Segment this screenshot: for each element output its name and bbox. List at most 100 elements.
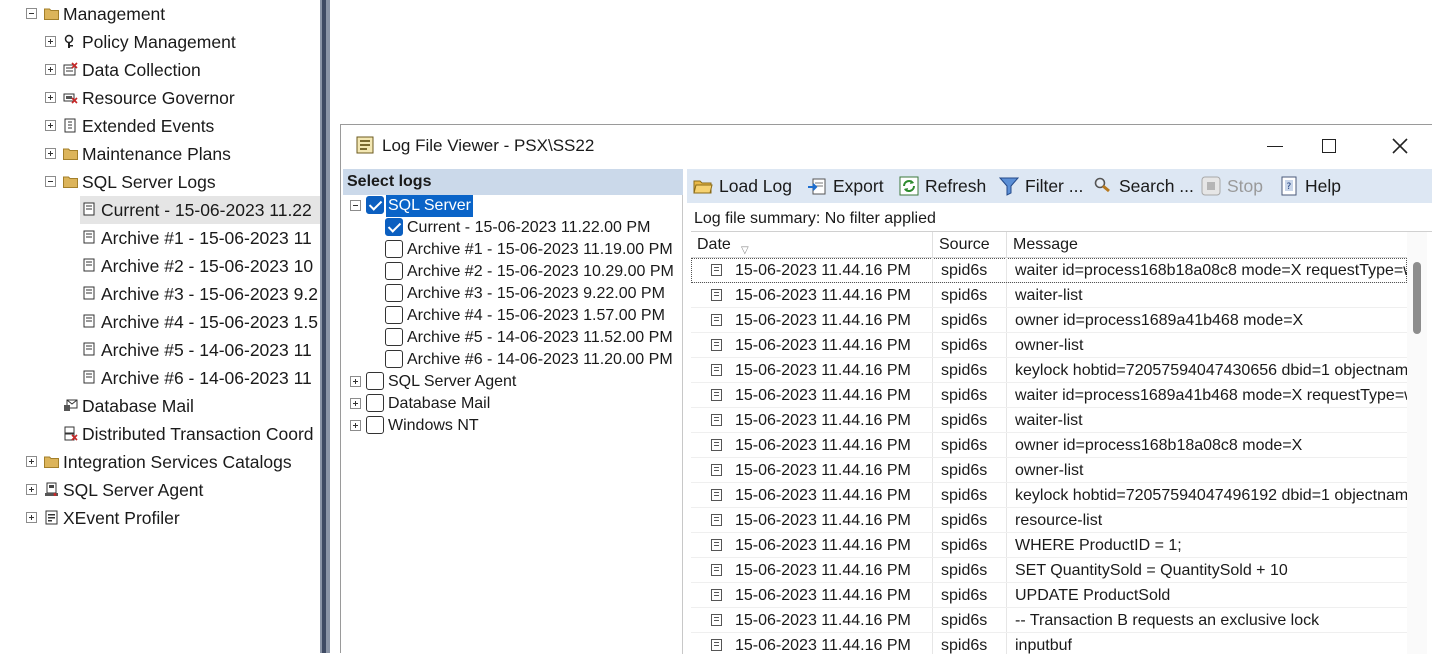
log-source-label: Database Mail xyxy=(388,395,491,412)
tree-item-sql-server-agent[interactable]: SQL Server Agent xyxy=(0,476,320,504)
expand-icon[interactable] xyxy=(45,36,56,47)
table-row[interactable]: 15-06-2023 11.44.16 PM spid6s waiter id=pr… xyxy=(691,383,1407,408)
message-cell: keylock hobtid=72057594047496192 dbid=1 … xyxy=(1015,487,1407,504)
expand-icon[interactable] xyxy=(45,148,56,159)
tree-item-current-15-06-2023-11-22[interactable]: Current - 15-06-2023 11.22 xyxy=(80,196,320,224)
table-row[interactable]: 15-06-2023 11.44.16 PM spid6s waiter-list xyxy=(691,283,1407,308)
log-source-label: Archive #6 - 14-06-2023 11.20.00 PM xyxy=(407,351,673,368)
collapse-icon[interactable] xyxy=(45,176,56,187)
table-row[interactable]: 15-06-2023 11.44.16 PM spid6s owner id=pro… xyxy=(691,433,1407,458)
log-source-item[interactable]: Archive #5 - 14-06-2023 11.52.00 PM xyxy=(343,327,681,349)
table-row[interactable]: 15-06-2023 11.44.16 PM spid6s resource-lis… xyxy=(691,508,1407,533)
log-source-item[interactable]: Archive #4 - 15-06-2023 1.57.00 PM xyxy=(343,305,681,327)
table-row[interactable]: 15-06-2023 11.44.16 PM spid6s owner-list xyxy=(691,333,1407,358)
expand-icon[interactable] xyxy=(45,120,56,131)
vertical-scrollbar[interactable] xyxy=(1407,232,1427,654)
table-row[interactable]: 15-06-2023 11.44.16 PM spid6s SET Quantity… xyxy=(691,558,1407,583)
column-header-message[interactable]: Message xyxy=(1007,232,1407,257)
tree-item-archive-5-14-06-2023-11[interactable]: Archive #5 - 14-06-2023 11 xyxy=(80,336,320,364)
log-source-item[interactable]: SQL Server Agent xyxy=(343,371,681,393)
tree-item-maintenance-plans[interactable]: Maintenance Plans xyxy=(0,140,320,168)
maximize-button[interactable] xyxy=(1305,125,1355,167)
tree-item-archive-6-14-06-2023-11[interactable]: Archive #6 - 14-06-2023 11 xyxy=(80,364,320,392)
log-icon xyxy=(83,314,95,328)
log-summary-text: Log file summary: No filter applied xyxy=(694,210,936,227)
log-checkbox[interactable] xyxy=(385,284,403,302)
tree-item-archive-4-15-06-2023-1-5[interactable]: Archive #4 - 15-06-2023 1.5 xyxy=(80,308,320,336)
expand-icon[interactable] xyxy=(26,484,37,495)
log-checkbox[interactable] xyxy=(366,394,384,412)
tree-item-integration-services-catalogs[interactable]: Integration Services Catalogs xyxy=(0,448,320,476)
tree-item-xevent-profiler[interactable]: XEvent Profiler xyxy=(0,504,320,532)
policy-icon xyxy=(64,34,74,48)
log-checkbox[interactable] xyxy=(385,262,403,280)
expand-icon[interactable] xyxy=(350,398,361,409)
tree-item-extended-events[interactable]: Extended Events xyxy=(0,112,320,140)
log-entry-icon xyxy=(711,589,722,601)
tree-item-archive-2-15-06-2023-10[interactable]: Archive #2 - 15-06-2023 10 xyxy=(80,252,320,280)
close-button[interactable] xyxy=(1375,125,1425,167)
log-checkbox[interactable] xyxy=(366,372,384,390)
scrollbar-thumb[interactable] xyxy=(1413,262,1421,334)
tree-item-resource-governor[interactable]: Resource Governor xyxy=(0,84,320,112)
date-cell: 15-06-2023 11.44.16 PM xyxy=(691,433,933,457)
help-icon: ? xyxy=(1281,176,1297,196)
expand-icon[interactable] xyxy=(45,64,56,75)
tree-item-policy-management[interactable]: Policy Management xyxy=(0,28,320,56)
resource-governor-icon xyxy=(63,93,78,104)
table-row[interactable]: 15-06-2023 11.44.16 PM spid6s owner-list xyxy=(691,458,1407,483)
log-source-item[interactable]: Database Mail xyxy=(343,393,681,415)
tree-item-management[interactable]: Management xyxy=(0,0,320,28)
log-source-item[interactable]: Archive #3 - 15-06-2023 9.22.00 PM xyxy=(343,283,681,305)
log-source-item[interactable]: Archive #1 - 15-06-2023 11.19.00 PM xyxy=(343,239,681,261)
log-checkbox[interactable] xyxy=(366,416,384,434)
tree-item-label: SQL Server Agent xyxy=(63,480,204,500)
table-row[interactable]: 15-06-2023 11.44.16 PM spid6s keylock hobt… xyxy=(691,483,1407,508)
log-source-item[interactable]: Archive #2 - 15-06-2023 10.29.00 PM xyxy=(343,261,681,283)
tree-item-archive-3-15-06-2023-9-2[interactable]: Archive #3 - 15-06-2023 9.2 xyxy=(80,280,320,308)
table-row[interactable]: 15-06-2023 11.44.16 PM spid6s UPDATE Produ… xyxy=(691,583,1407,608)
expand-icon[interactable] xyxy=(350,420,361,431)
table-row[interactable]: 15-06-2023 11.44.16 PM spid6s waiter-list xyxy=(691,408,1407,433)
window-titlebar[interactable]: Log File Viewer - PSX\SS22 xyxy=(341,125,1432,167)
table-row[interactable]: 15-06-2023 11.44.16 PM spid6s -- Transacti… xyxy=(691,608,1407,633)
minimize-button[interactable] xyxy=(1249,125,1299,167)
table-row[interactable]: 15-06-2023 11.44.16 PM spid6s WHERE Produc… xyxy=(691,533,1407,558)
expand-icon[interactable] xyxy=(26,512,37,523)
export-icon xyxy=(808,178,826,195)
table-row[interactable]: 15-06-2023 11.44.16 PM spid6s keylock hobt… xyxy=(691,358,1407,383)
collapse-icon[interactable] xyxy=(350,200,361,211)
close-icon xyxy=(1392,138,1408,154)
log-checkbox[interactable] xyxy=(385,306,403,324)
log-source-item[interactable]: Current - 15-06-2023 11.22.00 PM xyxy=(343,217,681,239)
column-header-source[interactable]: Source xyxy=(933,232,1007,257)
log-checkbox[interactable] xyxy=(385,240,403,258)
collapse-icon[interactable] xyxy=(26,8,37,19)
message-cell: owner-list xyxy=(1015,337,1084,354)
expand-icon[interactable] xyxy=(350,376,361,387)
expand-icon[interactable] xyxy=(26,456,37,467)
select-logs-panel: Select logs SQL Server Current - 15-06-20… xyxy=(343,169,683,654)
data-collection-icon xyxy=(63,62,78,76)
table-row[interactable]: 15-06-2023 11.44.16 PM spid6s owner id=pro… xyxy=(691,308,1407,333)
log-icon xyxy=(83,258,95,272)
log-source-item[interactable]: Archive #6 - 14-06-2023 11.20.00 PM xyxy=(343,349,681,371)
log-checkbox[interactable] xyxy=(385,218,403,236)
log-checkbox[interactable] xyxy=(385,328,403,346)
tree-item-data-collection[interactable]: Data Collection xyxy=(0,56,320,84)
source-cell: spid6s xyxy=(933,608,1007,632)
sql-agent-icon xyxy=(45,482,58,496)
log-source-item[interactable]: SQL Server xyxy=(343,195,681,217)
expand-icon[interactable] xyxy=(45,92,56,103)
log-source-item[interactable]: Windows NT xyxy=(343,415,681,437)
log-checkbox[interactable] xyxy=(366,196,384,214)
log-checkbox[interactable] xyxy=(385,350,403,368)
tree-item-archive-1-15-06-2023-11[interactable]: Archive #1 - 15-06-2023 11 xyxy=(80,224,320,252)
tree-item-sql-server-logs[interactable]: SQL Server Logs xyxy=(0,168,320,196)
table-row[interactable]: 15-06-2023 11.44.16 PM spid6s inputbuf xyxy=(691,633,1407,654)
panel-splitter[interactable] xyxy=(320,0,330,653)
tree-item-distributed-transaction-coord[interactable]: Distributed Transaction Coord xyxy=(0,420,320,448)
column-header-date[interactable]: Date ▽ xyxy=(691,232,933,257)
tree-item-database-mail[interactable]: Database Mail xyxy=(0,392,320,420)
table-row[interactable]: 15-06-2023 11.44.16 PM spid6s waiter id=pr… xyxy=(691,258,1407,283)
